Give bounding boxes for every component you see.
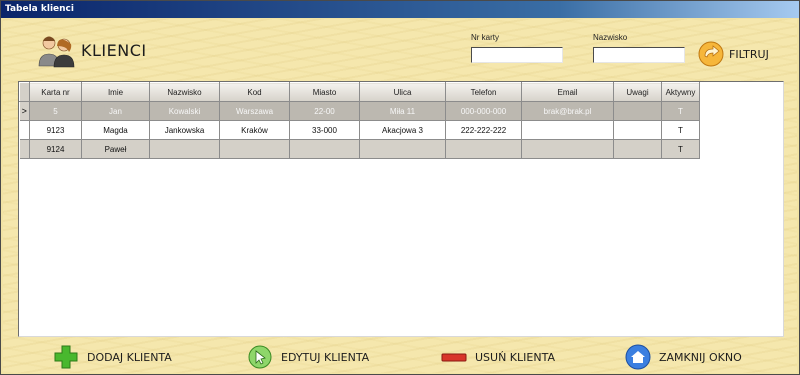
plus-icon bbox=[54, 345, 78, 369]
edit-cursor-icon bbox=[248, 345, 272, 369]
table-cell[interactable]: 5 bbox=[29, 101, 82, 121]
table-cell[interactable]: Akacjowa 3 bbox=[359, 120, 446, 140]
delete-client-button[interactable]: USUŃ KLIENTA bbox=[441, 344, 555, 370]
table-cell[interactable]: 9124 bbox=[29, 139, 82, 159]
table-cell[interactable] bbox=[613, 120, 662, 140]
table-cell[interactable]: 222-222-222 bbox=[445, 120, 522, 140]
table-cell[interactable] bbox=[613, 139, 662, 159]
surname-label: Nazwisko bbox=[593, 33, 628, 42]
table-cell[interactable]: Miła 11 bbox=[359, 101, 446, 121]
table-cell[interactable] bbox=[289, 139, 360, 159]
clients-grid[interactable]: Karta nr Imie Nazwisko Kod Miasto Ulica … bbox=[18, 81, 784, 337]
table-header-row: Karta nr Imie Nazwisko Kod Miasto Ulica … bbox=[19, 82, 700, 102]
table-cell[interactable]: 33-000 bbox=[289, 120, 360, 140]
table-row[interactable]: > 5 Jan Kowalski Warszawa 22-00 Miła 11 … bbox=[19, 101, 700, 121]
filter-button[interactable]: FILTRUJ bbox=[697, 40, 777, 68]
column-header[interactable]: Miasto bbox=[289, 82, 360, 102]
table-row[interactable]: 9124 Paweł T bbox=[19, 139, 700, 159]
column-header[interactable]: Uwagi bbox=[613, 82, 662, 102]
column-header[interactable]: Imie bbox=[81, 82, 150, 102]
table-cell[interactable]: Jankowska bbox=[149, 120, 220, 140]
add-client-button[interactable]: DODAJ KLIENTA bbox=[53, 344, 172, 370]
table-cell[interactable]: T bbox=[661, 120, 700, 140]
table-cell[interactable]: Paweł bbox=[81, 139, 150, 159]
users-icon bbox=[38, 36, 75, 68]
table-cell[interactable]: 9123 bbox=[29, 120, 82, 140]
row-indicator bbox=[19, 120, 30, 140]
table-cell[interactable]: brak@brak.pl bbox=[521, 101, 614, 121]
home-icon bbox=[625, 344, 651, 370]
column-header[interactable]: Kod bbox=[219, 82, 290, 102]
card-number-label: Nr karty bbox=[471, 33, 499, 42]
close-window-label: ZAMKNIJ OKNO bbox=[659, 350, 742, 364]
table-cell[interactable] bbox=[219, 139, 290, 159]
column-header[interactable]: Aktywny bbox=[661, 82, 700, 102]
filter-button-label: FILTRUJ bbox=[729, 47, 769, 61]
clients-table: Karta nr Imie Nazwisko Kod Miasto Ulica … bbox=[19, 82, 700, 159]
edit-client-label: EDYTUJ KLIENTA bbox=[281, 350, 370, 364]
table-cell[interactable]: Jan bbox=[81, 101, 150, 121]
page-title: KLIENCI bbox=[81, 41, 147, 60]
table-cell[interactable]: 22-00 bbox=[289, 101, 360, 121]
column-header[interactable]: Email bbox=[521, 82, 614, 102]
table-cell[interactable]: 000-000-000 bbox=[445, 101, 522, 121]
card-number-input[interactable] bbox=[471, 47, 563, 63]
column-header[interactable]: Karta nr bbox=[29, 82, 82, 102]
delete-client-label: USUŃ KLIENTA bbox=[475, 350, 555, 364]
table-cell[interactable] bbox=[359, 139, 446, 159]
add-client-label: DODAJ KLIENTA bbox=[87, 350, 172, 364]
table-cell[interactable]: Kowalski bbox=[149, 101, 220, 121]
column-header[interactable]: Ulica bbox=[359, 82, 446, 102]
table-cell[interactable] bbox=[613, 101, 662, 121]
window-content: KLIENCI Nr karty Nazwisko FILTRUJ Karta … bbox=[3, 19, 797, 373]
table-cell[interactable] bbox=[445, 139, 522, 159]
table-cell[interactable]: Kraków bbox=[219, 120, 290, 140]
table-cell[interactable] bbox=[521, 120, 614, 140]
clients-window: Tabela klienci KLIENCI Nr karty Nazwisko… bbox=[0, 0, 800, 375]
row-indicator-header bbox=[19, 82, 30, 102]
column-header[interactable]: Telefon bbox=[445, 82, 522, 102]
window-title: Tabela klienci bbox=[1, 1, 799, 18]
table-cell[interactable] bbox=[521, 139, 614, 159]
table-row[interactable]: 9123 Magda Jankowska Kraków 33-000 Akacj… bbox=[19, 120, 700, 140]
table-cell[interactable]: Warszawa bbox=[219, 101, 290, 121]
table-cell[interactable]: T bbox=[661, 139, 700, 159]
column-header[interactable]: Nazwisko bbox=[149, 82, 220, 102]
table-cell[interactable] bbox=[149, 139, 220, 159]
edit-client-button[interactable]: EDYTUJ KLIENTA bbox=[247, 344, 369, 370]
minus-icon bbox=[441, 353, 467, 362]
close-window-button[interactable]: ZAMKNIJ OKNO bbox=[625, 344, 742, 370]
row-indicator: > bbox=[19, 101, 30, 121]
row-indicator bbox=[19, 139, 30, 159]
refresh-arrow-icon bbox=[698, 41, 724, 67]
table-cell[interactable]: T bbox=[661, 101, 700, 121]
surname-input[interactable] bbox=[593, 47, 685, 63]
table-cell[interactable]: Magda bbox=[81, 120, 150, 140]
